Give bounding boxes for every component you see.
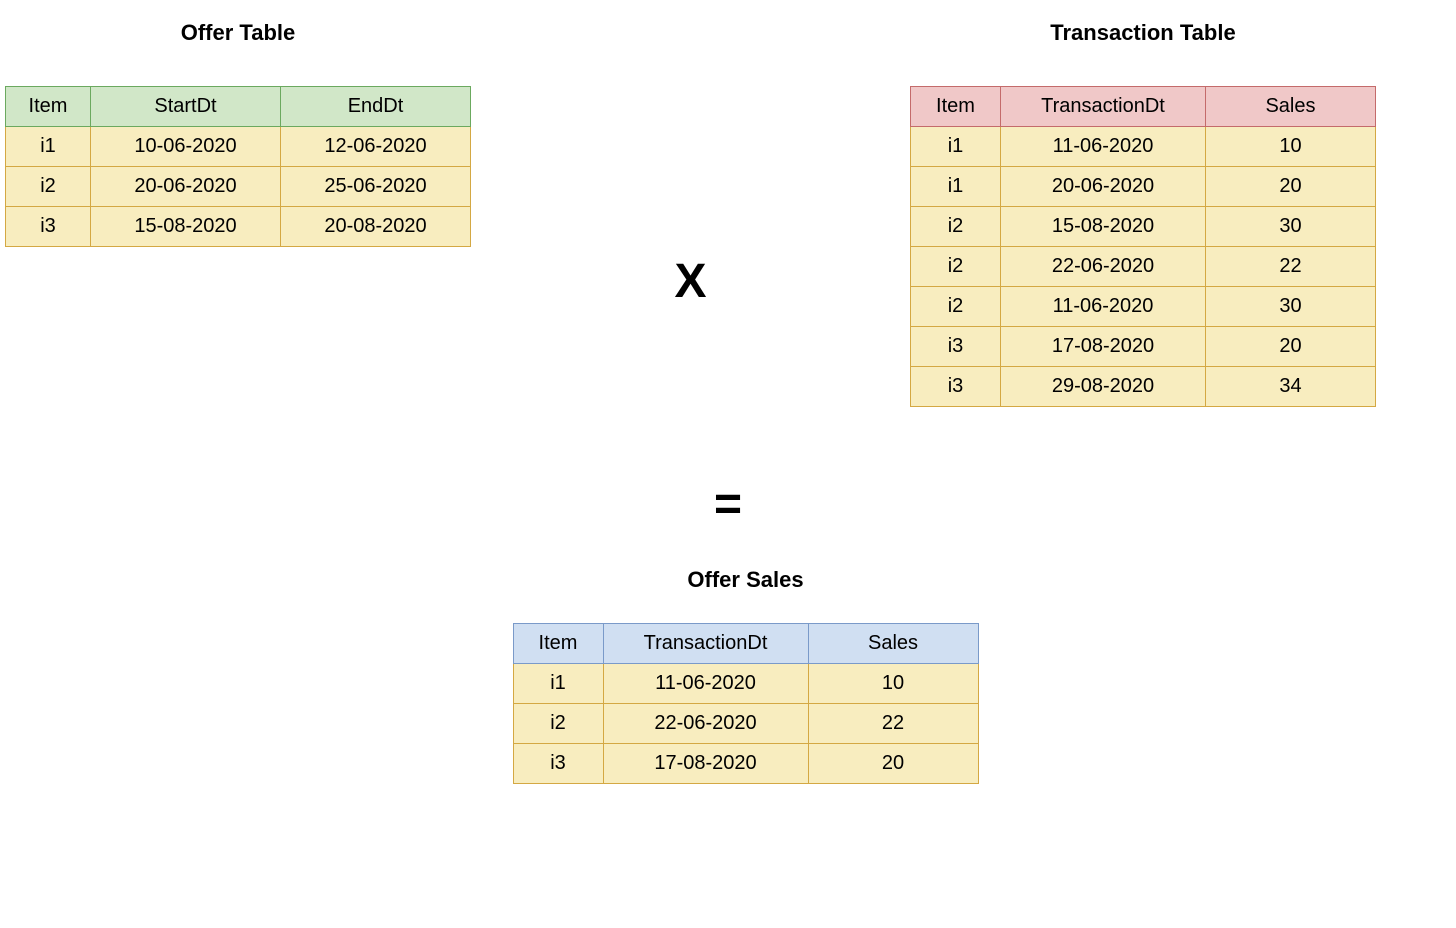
cell-sales: 20 — [1205, 167, 1375, 207]
cell-sales: 22 — [1205, 247, 1375, 287]
table-row: i3 15-08-2020 20-08-2020 — [6, 207, 471, 247]
cell-item: i2 — [6, 167, 91, 207]
transaction-body: i1 11-06-2020 10 i1 20-06-2020 20 i2 15-… — [910, 127, 1375, 407]
cell-item: i1 — [513, 664, 603, 704]
cell-sales: 22 — [808, 704, 978, 744]
transaction-section: Transaction Table Item TransactionDt Sal… — [910, 20, 1376, 407]
cell-date: 11-06-2020 — [1000, 127, 1205, 167]
cell-sales: 10 — [808, 664, 978, 704]
cell-date: 17-08-2020 — [603, 744, 808, 784]
transaction-header-row: Item TransactionDt Sales — [910, 87, 1375, 127]
cell-startdt: 10-06-2020 — [91, 127, 281, 167]
equals-operator: = — [0, 477, 1456, 532]
cell-item: i3 — [6, 207, 91, 247]
cell-item: i1 — [910, 127, 1000, 167]
cell-date: 20-06-2020 — [1000, 167, 1205, 207]
cell-date: 29-08-2020 — [1000, 367, 1205, 407]
cell-date: 11-06-2020 — [1000, 287, 1205, 327]
cell-enddt: 25-06-2020 — [281, 167, 471, 207]
cell-item: i3 — [513, 744, 603, 784]
cell-sales: 34 — [1205, 367, 1375, 407]
table-row: i1 10-06-2020 12-06-2020 — [6, 127, 471, 167]
cell-item: i2 — [910, 247, 1000, 287]
top-row: Offer Table Item StartDt EndDt i1 10-06-… — [0, 0, 1456, 407]
cell-date: 22-06-2020 — [1000, 247, 1205, 287]
transaction-header-date: TransactionDt — [1000, 87, 1205, 127]
result-header-item: Item — [513, 624, 603, 664]
cell-item: i1 — [6, 127, 91, 167]
cell-date: 11-06-2020 — [603, 664, 808, 704]
multiply-operator: X — [674, 254, 706, 309]
offer-header-row: Item StartDt EndDt — [6, 87, 471, 127]
cell-enddt: 20-08-2020 — [281, 207, 471, 247]
result-table: Item TransactionDt Sales i1 11-06-2020 1… — [513, 623, 979, 784]
cell-item: i2 — [513, 704, 603, 744]
transaction-header-sales: Sales — [1205, 87, 1375, 127]
cell-startdt: 15-08-2020 — [91, 207, 281, 247]
table-row: i2 22-06-2020 22 — [910, 247, 1375, 287]
cell-sales: 30 — [1205, 287, 1375, 327]
table-row: i3 29-08-2020 34 — [910, 367, 1375, 407]
result-header-row: Item TransactionDt Sales — [513, 624, 978, 664]
transaction-table-title: Transaction Table — [1050, 20, 1235, 46]
offer-section: Offer Table Item StartDt EndDt i1 10-06-… — [5, 20, 471, 247]
result-table-title: Offer Sales — [687, 567, 803, 593]
transaction-header-item: Item — [910, 87, 1000, 127]
cell-date: 17-08-2020 — [1000, 327, 1205, 367]
cell-sales: 20 — [808, 744, 978, 784]
offer-body: i1 10-06-2020 12-06-2020 i2 20-06-2020 2… — [6, 127, 471, 247]
result-header-sales: Sales — [808, 624, 978, 664]
cell-item: i3 — [910, 327, 1000, 367]
offer-header-item: Item — [6, 87, 91, 127]
table-row: i2 20-06-2020 25-06-2020 — [6, 167, 471, 207]
table-row: i3 17-08-2020 20 — [513, 744, 978, 784]
offer-table-title: Offer Table — [181, 20, 296, 46]
result-header-date: TransactionDt — [603, 624, 808, 664]
cell-date: 15-08-2020 — [1000, 207, 1205, 247]
result-body: i1 11-06-2020 10 i2 22-06-2020 22 i3 17-… — [513, 664, 978, 784]
offer-header-enddt: EndDt — [281, 87, 471, 127]
table-row: i3 17-08-2020 20 — [910, 327, 1375, 367]
cell-sales: 10 — [1205, 127, 1375, 167]
table-row: i1 11-06-2020 10 — [513, 664, 978, 704]
table-row: i2 22-06-2020 22 — [513, 704, 978, 744]
result-section: Offer Sales Item TransactionDt Sales i1 … — [35, 567, 1456, 784]
cell-item: i2 — [910, 287, 1000, 327]
offer-header-startdt: StartDt — [91, 87, 281, 127]
transaction-table: Item TransactionDt Sales i1 11-06-2020 1… — [910, 86, 1376, 407]
offer-table: Item StartDt EndDt i1 10-06-2020 12-06-2… — [5, 86, 471, 247]
cell-date: 22-06-2020 — [603, 704, 808, 744]
cell-sales: 20 — [1205, 327, 1375, 367]
table-row: i1 11-06-2020 10 — [910, 127, 1375, 167]
cell-item: i3 — [910, 367, 1000, 407]
table-row: i2 15-08-2020 30 — [910, 207, 1375, 247]
table-row: i2 11-06-2020 30 — [910, 287, 1375, 327]
cell-startdt: 20-06-2020 — [91, 167, 281, 207]
table-row: i1 20-06-2020 20 — [910, 167, 1375, 207]
cell-item: i1 — [910, 167, 1000, 207]
cell-sales: 30 — [1205, 207, 1375, 247]
cell-item: i2 — [910, 207, 1000, 247]
cell-enddt: 12-06-2020 — [281, 127, 471, 167]
